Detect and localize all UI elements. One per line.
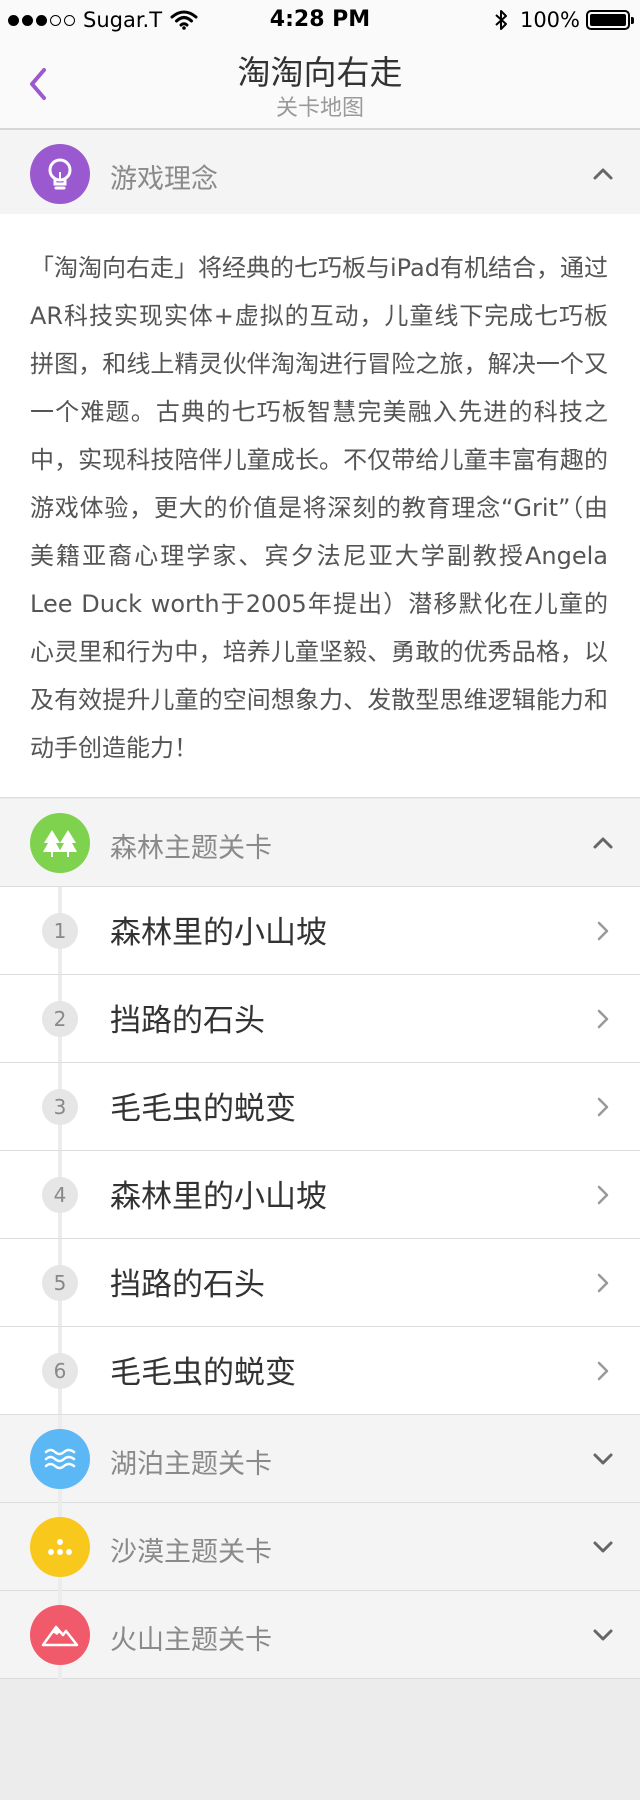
level-number-badge: 5: [42, 1265, 78, 1301]
battery-percent: 100%: [519, 8, 580, 32]
level-row[interactable]: 5 挡路的石头: [0, 1239, 640, 1327]
concept-description: 「淘淘向右走」将经典的七巧板与iPad有机结合，通过AR科技实现实体+虚拟的互动…: [0, 214, 640, 798]
level-row[interactable]: 6 毛毛虫的蜕变: [0, 1327, 640, 1415]
chevron-down-icon: [593, 1453, 613, 1465]
waves-icon: [30, 1429, 90, 1489]
status-bar: Sugar.T 4:28 PM 100%: [0, 0, 640, 40]
level-row[interactable]: 4 森林里的小山坡: [0, 1151, 640, 1239]
section-header-lake[interactable]: 湖泊主题关卡: [0, 1415, 640, 1503]
chevron-right-icon: [597, 1273, 609, 1293]
level-name: 挡路的石头: [110, 1003, 265, 1039]
level-row[interactable]: 2 挡路的石头: [0, 975, 640, 1063]
level-number-badge: 2: [42, 1001, 78, 1037]
section-header-volcano[interactable]: 火山主题关卡: [0, 1591, 640, 1679]
battery-icon: [586, 10, 634, 30]
lightbulb-icon: [30, 144, 90, 204]
level-number-badge: 3: [42, 1089, 78, 1125]
section-label: 沙漠主题关卡: [110, 1537, 272, 1568]
level-name: 森林里的小山坡: [110, 915, 327, 951]
level-row[interactable]: 3 毛毛虫的蜕变: [0, 1063, 640, 1151]
level-map-screen: Sugar.T 4:28 PM 100% 淘淘向右走 关卡地图 游戏理念 「淘淘…: [0, 0, 640, 1800]
bluetooth-icon: [495, 10, 507, 30]
level-number-badge: 6: [42, 1353, 78, 1389]
chevron-up-icon: [593, 168, 613, 180]
section-label: 湖泊主题关卡: [110, 1449, 272, 1480]
chevron-right-icon: [597, 1097, 609, 1117]
chevron-up-icon: [593, 837, 613, 849]
section-header-forest[interactable]: 森林主题关卡: [0, 799, 640, 887]
section-label: 森林主题关卡: [110, 833, 272, 864]
concept-text: 「淘淘向右走」将经典的七巧板与iPad有机结合，通过AR科技实现实体+虚拟的互动…: [30, 254, 609, 762]
level-name: 毛毛虫的蜕变: [110, 1091, 296, 1127]
level-name: 毛毛虫的蜕变: [110, 1355, 296, 1391]
chevron-right-icon: [597, 1009, 609, 1029]
status-right: 100%: [494, 8, 634, 32]
section-header-desert[interactable]: 沙漠主题关卡: [0, 1503, 640, 1591]
level-name: 森林里的小山坡: [110, 1179, 327, 1215]
mountain-icon: [30, 1605, 90, 1665]
section-label: 游戏理念: [110, 164, 218, 195]
navigation-bar: 淘淘向右走 关卡地图: [0, 40, 640, 130]
page-title: 淘淘向右走: [237, 53, 403, 92]
chevron-right-icon: [597, 1185, 609, 1205]
level-number-badge: 1: [42, 913, 78, 949]
level-name: 挡路的石头: [110, 1267, 265, 1303]
section-header-concept[interactable]: 游戏理念: [0, 130, 640, 218]
dots-icon: [30, 1517, 90, 1577]
page-subtitle: 关卡地图: [275, 96, 364, 121]
chevron-right-icon: [597, 1361, 609, 1381]
forest-level-list: 1 森林里的小山坡 2 挡路的石头 3 毛毛虫的蜕变 4 森林里的小山坡 5 挡…: [0, 887, 640, 1415]
trees-icon: [30, 813, 90, 873]
chevron-down-icon: [593, 1629, 613, 1641]
chevron-right-icon: [597, 921, 609, 941]
chevron-down-icon: [593, 1541, 613, 1553]
level-row[interactable]: 1 森林里的小山坡: [0, 887, 640, 975]
section-label: 火山主题关卡: [110, 1625, 272, 1656]
level-number-badge: 4: [42, 1177, 78, 1213]
